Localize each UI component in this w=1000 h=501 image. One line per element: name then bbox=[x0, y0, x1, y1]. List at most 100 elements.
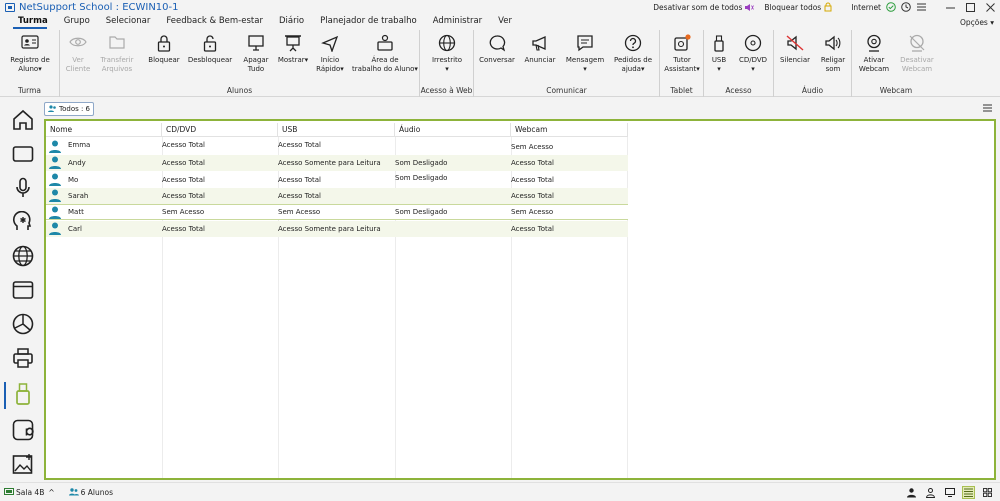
student-icon bbox=[49, 222, 61, 236]
group-label-communicate: Comunicar bbox=[546, 86, 587, 95]
message-button[interactable]: Mensagem ▾ bbox=[564, 34, 606, 74]
chat-bubble-icon bbox=[478, 34, 516, 56]
chat-button[interactable]: Conversar bbox=[478, 34, 516, 65]
grid-view-icon[interactable] bbox=[981, 486, 994, 499]
usb-button[interactable]: USB ▾ bbox=[706, 34, 732, 74]
disable-webcam-button[interactable]: Desativar Webcam bbox=[896, 34, 938, 74]
details-view-icon[interactable] bbox=[962, 486, 975, 499]
blank-label-1: Apagar bbox=[243, 56, 269, 64]
student-name: Sarah bbox=[68, 192, 89, 200]
text-a-icon[interactable] bbox=[10, 417, 36, 443]
register-label-2: Aluno bbox=[18, 65, 39, 73]
transfer-files-button[interactable]: Transferir Arquivos bbox=[98, 34, 136, 74]
audio-cell: Som Desligado bbox=[395, 159, 448, 167]
menu-grupo[interactable]: Grupo bbox=[56, 14, 98, 29]
list-menu-icon[interactable] bbox=[983, 104, 992, 114]
folder-icon bbox=[98, 34, 136, 56]
options-menu[interactable]: Opções ▾ bbox=[960, 18, 994, 27]
web-unrestricted-button[interactable]: Irrestrito ▾ bbox=[424, 34, 470, 74]
unmute-button[interactable]: Religar som bbox=[816, 34, 850, 74]
menu-selecionar[interactable]: Selecionar bbox=[98, 14, 159, 29]
lock-all-label: Bloquear todos bbox=[764, 2, 822, 12]
register-student-button[interactable]: Registro de Aluno▾ bbox=[6, 34, 54, 74]
show-button[interactable]: Mostrar▾ bbox=[276, 34, 310, 65]
image-gallery-icon[interactable] bbox=[10, 451, 36, 477]
group-turma: Registro de Aluno▾ Turma bbox=[0, 30, 60, 97]
mute-button[interactable]: Silenciar bbox=[778, 34, 812, 65]
usb-cell: Acesso Somente para Leitura bbox=[278, 159, 381, 167]
enable-webcam-label-1: Ativar bbox=[863, 56, 885, 64]
internet-status[interactable]: Internet bbox=[851, 2, 926, 12]
column-header-usb[interactable]: USB bbox=[278, 123, 395, 137]
menu-diario[interactable]: Diário bbox=[271, 14, 312, 29]
web-globe-icon[interactable] bbox=[10, 243, 36, 269]
home-icon[interactable] bbox=[10, 107, 36, 133]
student-desktop-button[interactable]: Área de trabalho do Aluno▾ bbox=[352, 34, 418, 74]
column-header-cddvd[interactable]: CD/DVD bbox=[162, 123, 278, 137]
question-circle-icon bbox=[610, 34, 656, 56]
head-asterisk-icon[interactable] bbox=[10, 209, 36, 235]
usb-cell: Acesso Somente para Leitura bbox=[278, 225, 381, 233]
student-name: Matt bbox=[68, 208, 84, 216]
student-name: Mo bbox=[68, 176, 79, 184]
unlock-button[interactable]: Desbloquear bbox=[186, 34, 234, 65]
blank-screen-button[interactable]: Apagar Tudo bbox=[240, 34, 272, 74]
minimize-icon[interactable] bbox=[940, 3, 960, 12]
enable-webcam-label-2: Webcam bbox=[858, 65, 890, 73]
cddvd-cell: Sem Acesso bbox=[162, 208, 205, 216]
enable-webcam-button[interactable]: Ativar Webcam bbox=[854, 34, 894, 74]
menu-icon[interactable] bbox=[916, 2, 926, 12]
group-tablet: Tutor Assistant▾ Tablet bbox=[660, 30, 704, 97]
lock-all-toggle[interactable]: Bloquear todos bbox=[764, 2, 833, 12]
quick-launch-label-2: Rápido bbox=[316, 65, 341, 73]
application-window-icon[interactable] bbox=[10, 277, 36, 303]
lock-button[interactable]: Bloquear bbox=[144, 34, 184, 65]
room-selector[interactable]: Sala 4B ^ bbox=[4, 488, 55, 497]
web-unrestricted-label: Irrestrito bbox=[431, 56, 463, 64]
disable-webcam-label-1: Desativar bbox=[900, 56, 934, 64]
user-solid-icon[interactable] bbox=[905, 486, 918, 499]
webcam-cell: Sem Acesso bbox=[511, 143, 554, 151]
student-icon bbox=[49, 189, 61, 203]
webcam-cell: Acesso Total bbox=[511, 176, 554, 184]
column-header-webcam[interactable]: Webcam bbox=[511, 123, 628, 137]
netsupport-app-icon bbox=[5, 2, 15, 12]
table-row[interactable]: Matt Sem Acesso Sem Acesso Som Desligado… bbox=[46, 204, 628, 220]
user-outline-icon[interactable] bbox=[924, 486, 937, 499]
close-icon[interactable] bbox=[980, 2, 1000, 12]
clock-icon[interactable] bbox=[901, 2, 911, 12]
monitor-view-icon[interactable] bbox=[943, 486, 956, 499]
cd-dvd-button[interactable]: CD/DVD ▾ bbox=[736, 34, 770, 74]
usb-label: USB bbox=[711, 56, 727, 64]
lock-icon bbox=[823, 2, 833, 12]
column-header-audio[interactable]: Áudio bbox=[395, 123, 511, 137]
menu-ver[interactable]: Ver bbox=[490, 14, 520, 29]
table-row[interactable]: Andy Acesso Total Acesso Somente para Le… bbox=[46, 155, 628, 171]
column-header-name[interactable]: Nome bbox=[46, 123, 162, 137]
mute-all-toggle[interactable]: Desativar som de todos bbox=[653, 2, 755, 12]
menu-administrar[interactable]: Administrar bbox=[425, 14, 490, 29]
pie-chart-icon[interactable] bbox=[10, 311, 36, 337]
tutor-assistant-button[interactable]: Tutor Assistant▾ bbox=[662, 34, 702, 74]
usb-drive-icon[interactable] bbox=[10, 381, 36, 407]
menu-planejador[interactable]: Planejador de trabalho bbox=[312, 14, 425, 29]
help-requests-button[interactable]: Pedidos de ajuda▾ bbox=[610, 34, 656, 74]
maximize-icon[interactable] bbox=[960, 2, 980, 12]
ribbon: Registro de Aluno▾ Turma Ver Cliente Tra… bbox=[0, 30, 1000, 97]
screen-icon[interactable] bbox=[10, 141, 36, 167]
view-client-button[interactable]: Ver Cliente bbox=[62, 34, 94, 74]
all-students-group-tab[interactable]: Todos : 6 bbox=[44, 102, 95, 116]
announce-button[interactable]: Anunciar bbox=[520, 34, 560, 65]
group-label-turma: Turma bbox=[17, 86, 42, 95]
table-row[interactable]: Emma Acesso Total Acesso Total Sem Acess… bbox=[46, 139, 628, 155]
quick-launch-button[interactable]: Início Rápido▾ bbox=[312, 34, 348, 74]
table-row[interactable]: Carl Acesso Total Acesso Somente para Le… bbox=[46, 221, 628, 237]
room-icon bbox=[4, 488, 14, 495]
desktop-user-icon bbox=[352, 34, 418, 56]
microphone-icon[interactable] bbox=[10, 175, 36, 201]
speaker-mute-icon bbox=[744, 2, 755, 12]
menu-feedback[interactable]: Feedback & Bem-estar bbox=[158, 14, 271, 29]
printer-icon[interactable] bbox=[10, 345, 36, 371]
table-row[interactable]: Sarah Acesso Total Acesso Total Acesso T… bbox=[46, 188, 628, 204]
table-row[interactable]: Mo Acesso Total Acesso Total Som Desliga… bbox=[46, 172, 628, 188]
